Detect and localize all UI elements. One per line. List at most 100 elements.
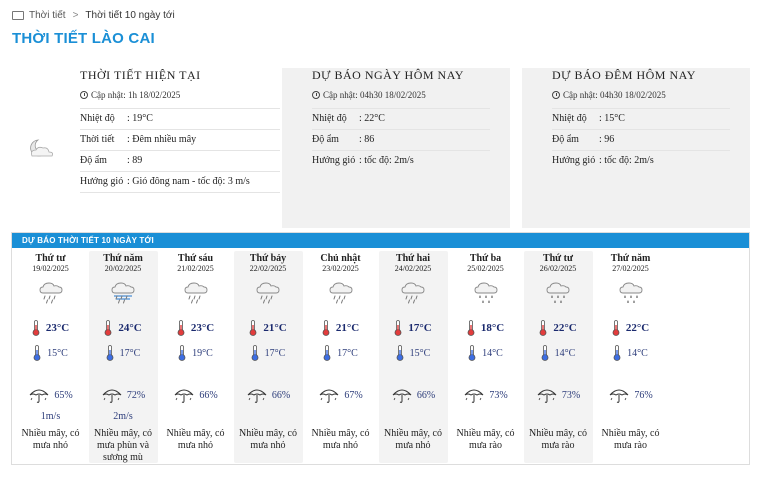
weather-description: Nhiều mây, có mưa nhỏ — [384, 428, 442, 451]
forecast-title: DỰ BÁO THỜI TIẾT 10 NGÀY TỚI — [12, 233, 749, 248]
low-temp-value: 15°C — [47, 347, 68, 359]
thermometer-icon — [613, 345, 621, 361]
row-value: : tốc độ: 2m/s — [359, 155, 414, 166]
high-temp: 23°C — [161, 320, 230, 336]
thermometer-icon — [178, 345, 186, 361]
current-updated: Cập nhật: 1h 18/02/2025 — [80, 90, 280, 100]
low-temp: 17°C — [234, 345, 303, 361]
row-label: Hướng gió — [80, 176, 124, 187]
rain-cloud-icon — [329, 282, 352, 304]
umbrella-icon — [392, 389, 412, 403]
row-value: : 15°C — [599, 113, 625, 124]
thermometer-icon — [249, 320, 257, 336]
day-name: Thứ năm — [610, 253, 651, 264]
current-row-wind: Hướng gió: Gió đông nam - tốc độ: 3 m/s — [80, 172, 280, 193]
rain-chance-value: 66% — [416, 390, 436, 401]
low-temp-value: 17°C — [337, 347, 358, 359]
high-temp-value: 22°C — [625, 322, 650, 334]
rain-chance-value: 76% — [634, 390, 653, 401]
low-temp: 17°C — [89, 345, 158, 361]
today-forecast-title: DỰ BÁO NGÀY HÔM NAY — [312, 68, 464, 82]
forecast-day: Thứ tư 26/02/2025 22°C 14°C 73% Nhiều mây, có… — [523, 251, 593, 463]
weather-description: Nhiều mây, có mưa nhỏ — [21, 428, 80, 451]
low-temp-value: 17°C — [119, 347, 141, 359]
row-value: : 22°C — [359, 113, 385, 124]
high-temp: 23°C — [16, 320, 85, 336]
low-temp-value: 14°C — [482, 347, 503, 359]
thermometer-icon — [467, 320, 475, 336]
heavy-rain-cloud-icon — [546, 282, 570, 303]
day-date: 27/02/2025 — [612, 264, 649, 273]
low-temp: 19°C — [161, 345, 230, 361]
day-name: Thứ ba — [469, 253, 502, 264]
day-name: Thứ năm — [103, 253, 143, 264]
row-label: Hướng gió — [552, 155, 596, 166]
low-temp: 14°C — [596, 345, 665, 361]
thermometer-icon — [396, 345, 404, 361]
row-label: Độ ẩm — [312, 134, 339, 145]
clock-icon — [552, 91, 560, 99]
umbrella-icon — [609, 389, 629, 403]
row-label: Hướng gió — [312, 155, 356, 166]
row-value: : tốc độ: 2m/s — [599, 155, 654, 166]
forecast-day: Thứ hai 24/02/2025 17°C 15°C 66% Nhiều mây, c… — [378, 251, 448, 463]
row-label: Độ ẩm — [80, 155, 107, 166]
clock-icon — [312, 91, 320, 99]
tonight-rows: Nhiệt độ : 15°C Độ ẩm: 96 Hướng gió: tốc … — [552, 108, 730, 171]
thermometer-icon — [104, 320, 112, 336]
high-temp-value: 21°C — [335, 322, 360, 334]
rain-chance-value: 66% — [199, 390, 218, 401]
current-rows: Nhiệt độ: 19°C Thời tiết: Đêm nhiều mây … — [80, 108, 280, 193]
low-temp-value: 14°C — [627, 347, 648, 359]
umbrella-icon — [319, 389, 339, 403]
rain-chance: 76% — [596, 387, 665, 404]
row-label: Nhiệt độ — [80, 113, 115, 124]
thermometer-icon — [33, 345, 41, 361]
breadcrumb: Thời tiết > Thời tiết 10 ngày tới — [12, 10, 175, 21]
row-label: Độ ẩm — [552, 134, 579, 145]
day-date: 25/02/2025 — [467, 264, 504, 273]
weather-description: Nhiều mây, có mưa nhỏ — [166, 428, 225, 451]
day-date: 19/02/2025 — [32, 264, 69, 273]
row-label: Nhiệt độ — [552, 113, 587, 124]
day-name: Thứ bảy — [249, 253, 287, 264]
row-value: : Đêm nhiều mây — [127, 134, 197, 145]
current-row-temperature: Nhiệt độ: 19°C — [80, 109, 280, 130]
rain-chance-value: 73% — [489, 390, 508, 401]
low-temp-value: 14°C — [554, 347, 576, 359]
day-date: 20/02/2025 — [104, 264, 142, 273]
today-row-humidity: Độ ẩm : 86 — [312, 130, 490, 151]
thermometer-icon — [323, 345, 331, 361]
forecast-day: Thứ bảy 22/02/2025 21°C 17°C 66% Nhiều mây, c… — [233, 251, 303, 463]
today-forecast-panel: DỰ BÁO NGÀY HÔM NAY Cập nhật: 04h30 18/0… — [282, 68, 510, 228]
rain-chance: 66% — [379, 387, 448, 404]
high-temp: 21°C — [306, 320, 375, 336]
day-date: 22/02/2025 — [249, 264, 287, 273]
high-temp-value: 22°C — [553, 322, 577, 334]
today-rows: Nhiệt độ: 22°C Độ ẩm : 86 Hướng gió: tốc … — [312, 108, 490, 171]
high-temp: 22°C — [524, 320, 593, 336]
high-temp-value: 23°C — [190, 322, 215, 334]
day-name: Thứ tư — [35, 253, 66, 264]
weather-description: Nhiều mây, có mưa nhỏ — [239, 428, 297, 451]
today-updated: Cập nhật: 04h30 18/02/2025 — [312, 90, 510, 100]
breadcrumb-home-link[interactable]: Thời tiết — [29, 10, 66, 21]
forecast-day: Thứ ba 25/02/2025 18°C 14°C 73% Nhiều mây, có… — [451, 251, 520, 463]
forecast-day: Thứ sáu 21/02/2025 23°C 19°C 66% Nhiều mây, c… — [161, 251, 230, 463]
wind-speed: 2m/s — [113, 411, 133, 422]
high-temp-value: 23°C — [45, 322, 70, 334]
tonight-updated-text: Cập nhật: 04h30 18/02/2025 — [563, 90, 666, 100]
row-value: : 86 — [359, 134, 375, 145]
umbrella-icon — [29, 389, 49, 403]
tonight-row-humidity: Độ ẩm: 96 — [552, 130, 730, 151]
umbrella-icon — [247, 389, 267, 403]
today-row-temperature: Nhiệt độ: 22°C — [312, 109, 490, 130]
day-name: Thứ sáu — [177, 253, 214, 264]
home-icon[interactable] — [12, 11, 24, 20]
low-temp-value: 15°C — [409, 347, 431, 359]
breadcrumb-separator: > — [72, 10, 79, 21]
row-value: : 89 — [127, 155, 143, 166]
rain-chance: 73% — [451, 387, 520, 404]
umbrella-icon — [102, 389, 122, 403]
current-row-humidity: Độ ẩm : 89 — [80, 151, 280, 172]
